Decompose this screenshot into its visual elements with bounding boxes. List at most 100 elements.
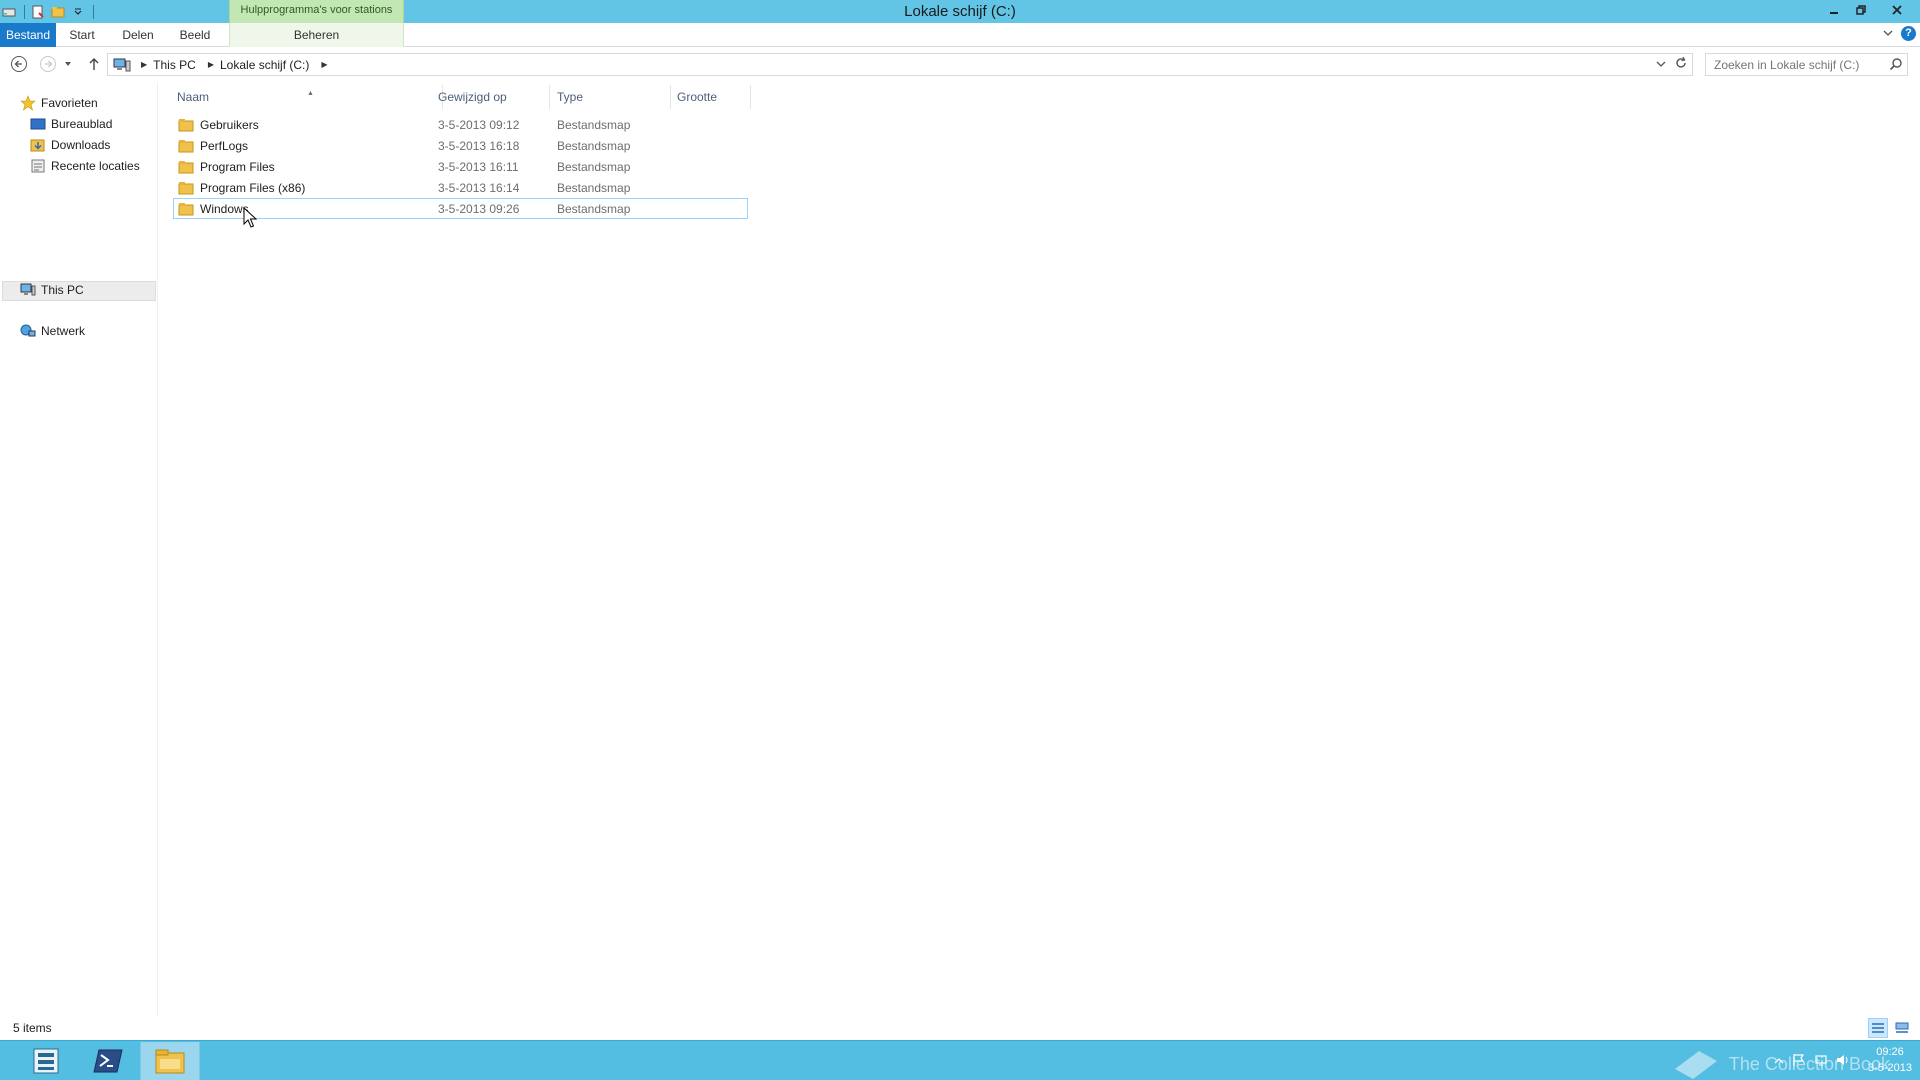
file-row[interactable]: Gebruikers 3-5-2013 09:12 Bestandsmap (173, 114, 748, 135)
help-icon[interactable]: ? (1901, 26, 1916, 41)
file-name: Windows (200, 202, 249, 216)
minimize-button[interactable] (1820, 0, 1847, 20)
folder-icon (178, 159, 194, 175)
address-history-chevron-icon[interactable] (1656, 58, 1666, 72)
new-folder-icon[interactable] (49, 3, 67, 21)
column-header-grootte[interactable]: Grootte (671, 85, 751, 109)
powershell-icon[interactable] (78, 1042, 138, 1080)
up-button[interactable] (84, 54, 104, 74)
folder-icon (178, 117, 194, 133)
sort-ascending-icon: ▲ (307, 90, 314, 97)
refresh-icon[interactable] (1674, 56, 1688, 73)
breadcrumb-this-pc[interactable]: This PC (153, 58, 196, 72)
window-controls (1820, 0, 1920, 20)
file-modified: 3-5-2013 16:18 (438, 139, 520, 153)
large-icons-view-icon[interactable] (1892, 1018, 1912, 1038)
restore-button[interactable] (1847, 0, 1874, 20)
tab-beeld[interactable]: Beeld (176, 23, 214, 47)
star-icon (20, 95, 36, 111)
nav-favorites[interactable]: Favorieten (20, 94, 98, 112)
file-modified: 3-5-2013 09:26 (438, 202, 520, 216)
file-row-selected[interactable]: Windows 3-5-2013 09:26 Bestandsmap (173, 198, 748, 219)
file-name-cell: PerfLogs (178, 138, 248, 154)
column-header-label: Naam (177, 90, 210, 104)
system-tray (1774, 1053, 1850, 1070)
ribbon-tabs: Bestand Start Delen Beeld Beheren ? (0, 23, 1920, 47)
nav-network[interactable]: Netwerk (20, 322, 85, 340)
nav-item-downloads[interactable]: Downloads (30, 136, 110, 154)
file-name: Program Files (x86) (200, 181, 306, 195)
clock-time: 09:26 (1876, 1046, 1904, 1058)
title-bar: Lokale schijf (C:) Hulpprogramma's voor … (0, 0, 1920, 23)
volume-icon[interactable] (1836, 1053, 1850, 1070)
file-row[interactable]: PerfLogs 3-5-2013 16:18 Bestandsmap (173, 135, 748, 156)
back-button[interactable] (9, 54, 29, 74)
file-type: Bestandsmap (557, 160, 631, 174)
tab-start[interactable]: Start (64, 23, 100, 47)
item-count: 5 items (13, 1021, 52, 1035)
expand-ribbon-chevron-icon[interactable] (1883, 27, 1893, 41)
context-tab-group-label: Hulpprogramma's voor stations (229, 0, 404, 23)
breadcrumb-arrow-icon[interactable]: ▶ (321, 60, 327, 69)
file-row[interactable]: Program Files (x86) 3-5-2013 16:14 Besta… (173, 177, 748, 198)
column-header-naam[interactable]: Naam ▲ (171, 85, 443, 109)
breadcrumb-arrow-icon[interactable]: ▶ (208, 60, 214, 69)
navigation-pane: Favorieten Bureaublad Downloads Recente … (0, 82, 158, 1017)
file-modified: 3-5-2013 09:12 (438, 118, 520, 132)
ribbon-right-controls: ? (1883, 26, 1916, 41)
server-manager-icon[interactable] (16, 1042, 76, 1080)
mouse-cursor-icon (243, 206, 258, 232)
clock[interactable]: 09:26 3-5-2013 (1868, 1044, 1912, 1076)
address-bar[interactable]: ▶ This PC ▶ Lokale schijf (C:) ▶ (107, 53, 1693, 76)
column-header-gewijzigd-op[interactable]: Gewijzigd op (432, 85, 550, 109)
nav-item-recente-locaties[interactable]: Recente locaties (30, 157, 140, 175)
file-type: Bestandsmap (557, 181, 631, 195)
properties-icon[interactable] (29, 3, 47, 21)
file-name-cell: Program Files (x86) (178, 180, 305, 196)
folder-icon (178, 138, 194, 154)
nav-network-label: Netwerk (41, 324, 86, 338)
breadcrumb-arrow-icon[interactable]: ▶ (141, 60, 147, 69)
search-input[interactable] (1706, 54, 1886, 75)
status-bar: 5 items (0, 1017, 1920, 1039)
file-name-cell: Gebruikers (178, 117, 259, 133)
file-list: Naam ▲ Gewijzigd op Type Grootte Gebruik… (160, 82, 1920, 1017)
breadcrumb-local-disk[interactable]: Lokale schijf (C:) (220, 58, 309, 72)
view-switcher (1868, 1018, 1912, 1038)
tab-delen[interactable]: Delen (118, 23, 158, 47)
network-tray-icon[interactable] (1814, 1053, 1828, 1070)
customize-toolbar-chevron-icon[interactable] (69, 3, 87, 21)
nav-item-label: Downloads (51, 138, 111, 152)
downloads-icon (30, 137, 46, 153)
column-header-label: Gewijzigd op (438, 90, 507, 104)
tab-beheren[interactable]: Beheren (229, 23, 404, 47)
folder-icon (178, 201, 194, 217)
file-name-cell: Windows (178, 201, 249, 217)
tab-bestand[interactable]: Bestand (0, 23, 56, 47)
drive-app-icon[interactable] (0, 3, 18, 21)
network-icon (20, 323, 36, 339)
forward-button[interactable] (38, 54, 58, 74)
nav-item-label: Bureaublad (51, 117, 113, 131)
file-row[interactable]: Program Files 3-5-2013 16:11 Bestandsmap (173, 156, 748, 177)
file-type: Bestandsmap (557, 118, 631, 132)
details-view-icon[interactable] (1868, 1018, 1888, 1038)
show-hidden-icons-icon[interactable] (1774, 1055, 1784, 1069)
folder-icon (178, 180, 194, 196)
file-explorer-icon[interactable] (140, 1042, 200, 1080)
file-modified: 3-5-2013 16:14 (438, 181, 520, 195)
nav-this-pc[interactable]: This PC (20, 281, 84, 299)
file-type: Bestandsmap (557, 139, 631, 153)
flag-icon[interactable] (1792, 1053, 1806, 1070)
close-button[interactable] (1874, 0, 1920, 20)
recent-locations-chevron-icon[interactable] (62, 54, 74, 74)
search-box[interactable] (1705, 53, 1908, 76)
clock-date: 3-5-2013 (1867, 1062, 1912, 1074)
nav-item-bureaublad[interactable]: Bureaublad (30, 115, 112, 133)
search-icon[interactable] (1889, 57, 1903, 74)
desktop-icon (30, 116, 46, 132)
file-name-cell: Program Files (178, 159, 275, 175)
recent-places-icon (30, 158, 46, 174)
column-header-type[interactable]: Type (551, 85, 671, 109)
nav-item-label: Recente locaties (51, 159, 140, 173)
